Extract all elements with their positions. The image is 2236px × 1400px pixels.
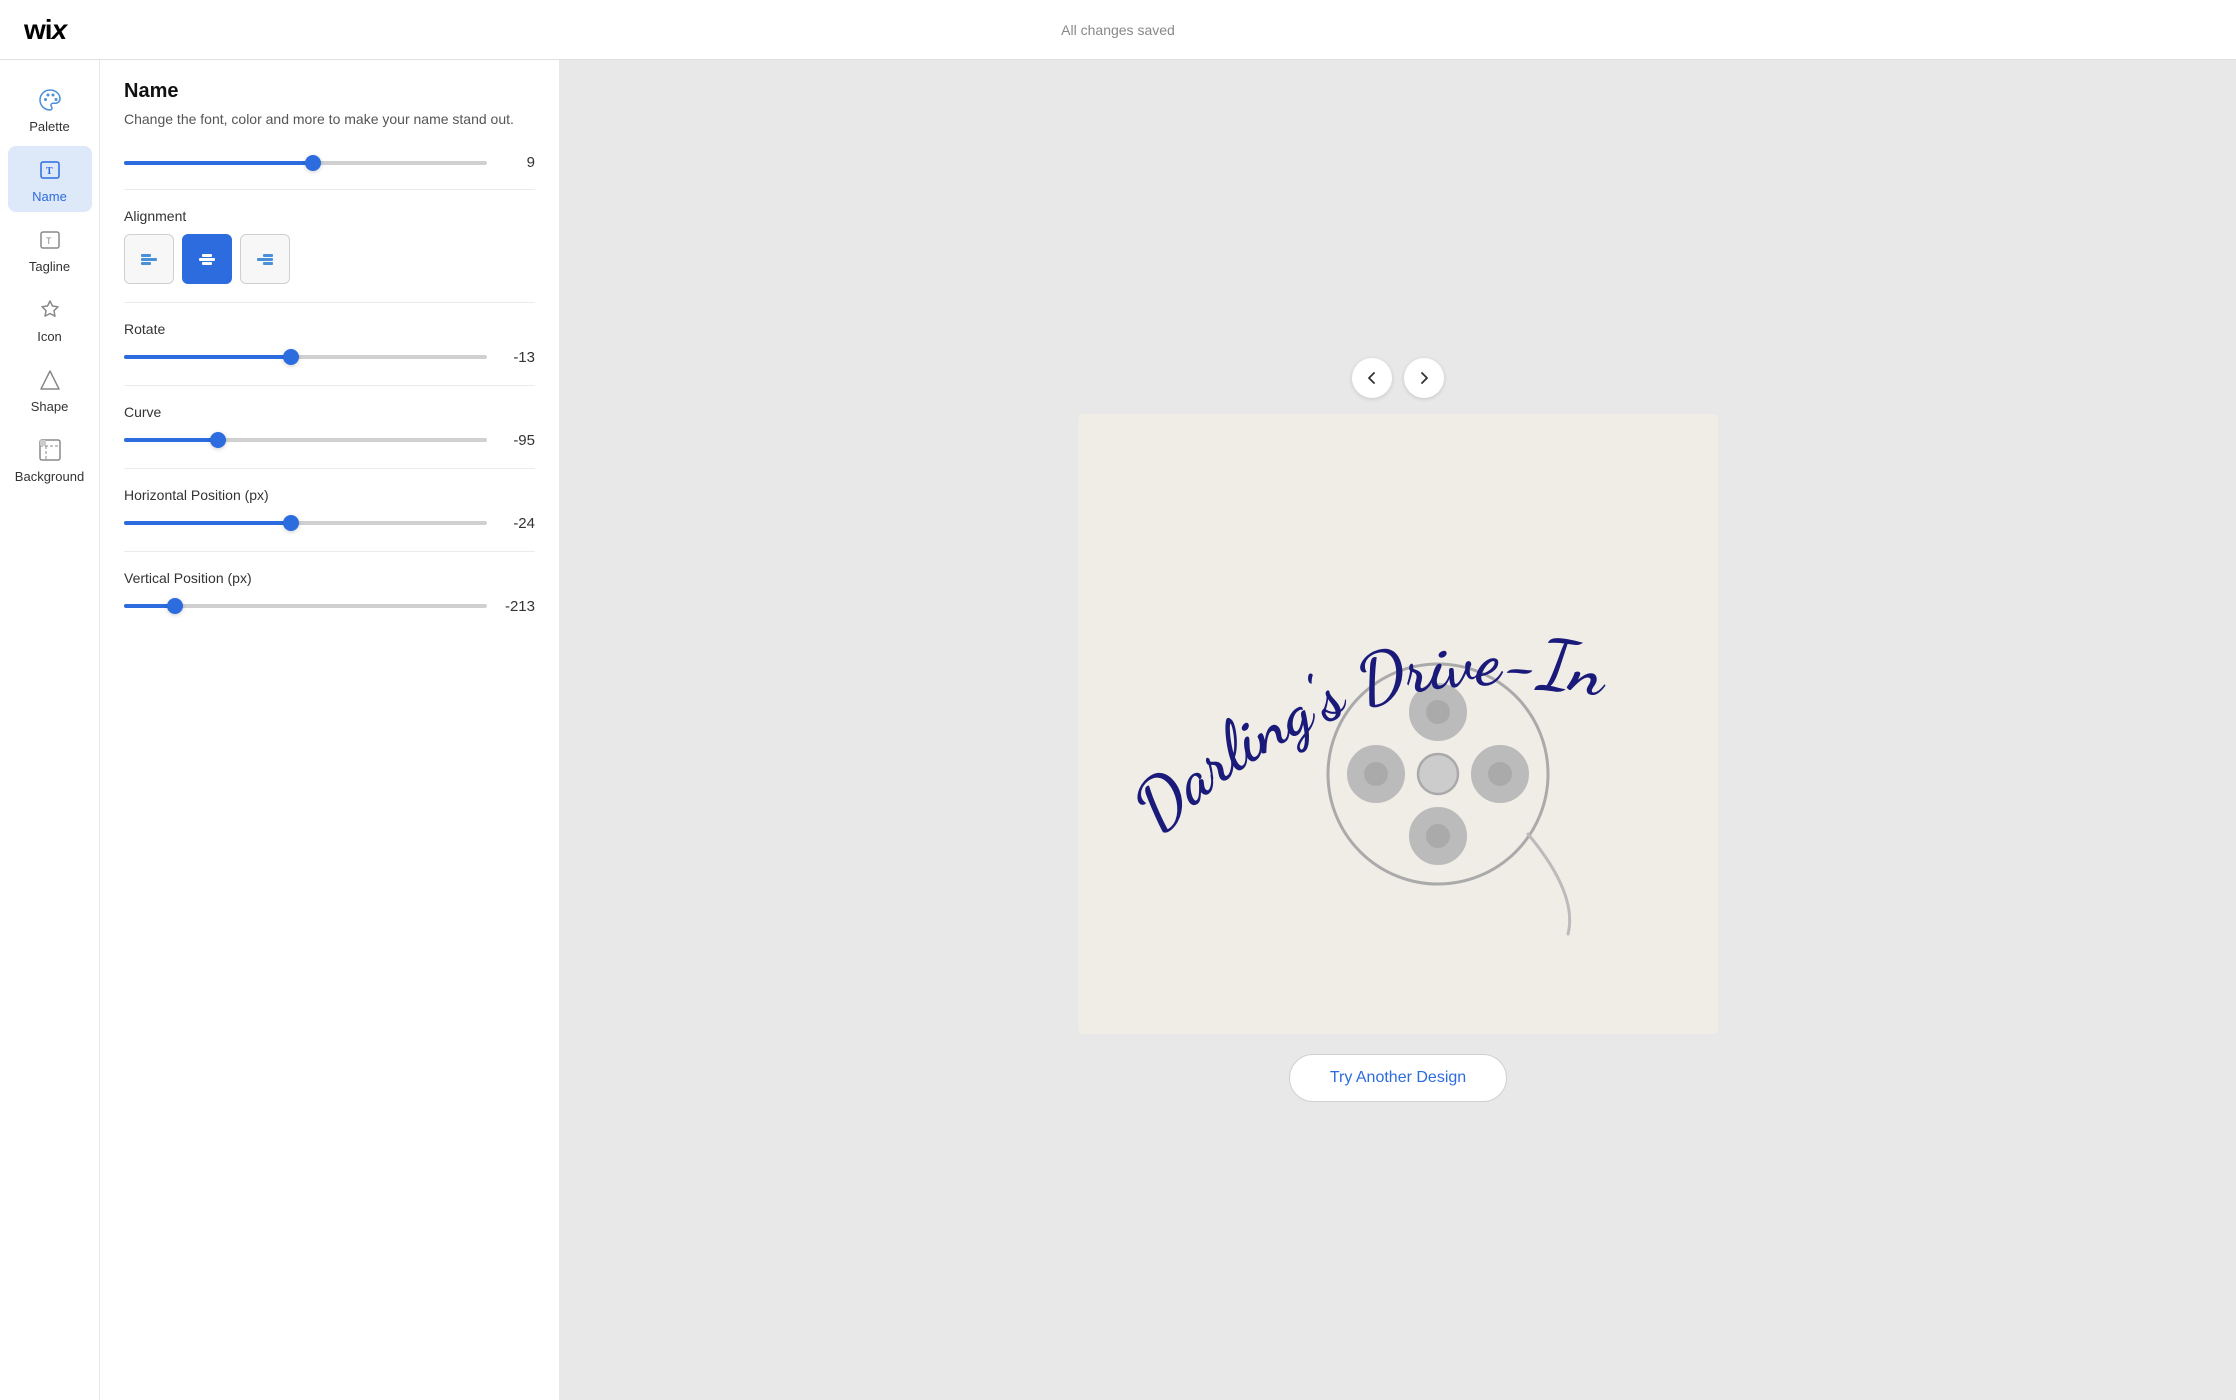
logo-preview-card: Darling's Drive-In	[1078, 414, 1718, 1034]
curve-slider-track	[124, 438, 487, 442]
nav-arrows	[1352, 358, 1444, 398]
divider-5	[124, 551, 535, 552]
logo-svg: Darling's Drive-In	[1078, 414, 1718, 1034]
curve-slider-thumb[interactable]	[210, 432, 226, 448]
hpos-slider-thumb[interactable]	[283, 515, 299, 531]
rotate-value: -13	[499, 349, 535, 366]
save-status: All changes saved	[1061, 22, 1175, 38]
sidebar-item-palette[interactable]: Palette	[8, 76, 92, 142]
panel-subtitle: Change the font, color and more to make …	[124, 109, 535, 130]
curve-label: Curve	[124, 404, 535, 420]
rotate-slider-thumb[interactable]	[283, 349, 299, 365]
sidebar-item-tagline[interactable]: T Tagline	[8, 216, 92, 282]
sidebar-item-shape[interactable]: Shape	[8, 356, 92, 422]
divider-1	[124, 189, 535, 190]
hpos-slider-track	[124, 521, 487, 525]
rotate-control: Rotate -13	[124, 321, 535, 367]
sidebar: Palette T Name T Tagline	[0, 60, 100, 1400]
canvas-area: Darling's Drive-In Try Another Design	[560, 60, 2236, 1400]
sidebar-tagline-label: Tagline	[29, 259, 70, 274]
vpos-slider-track	[124, 604, 487, 608]
alignment-buttons	[124, 234, 535, 284]
svg-text:T: T	[46, 236, 52, 246]
prev-design-button[interactable]	[1352, 358, 1392, 398]
star-icon	[36, 296, 64, 324]
rotate-slider-track	[124, 355, 487, 359]
shape-icon	[36, 366, 64, 394]
sidebar-item-icon[interactable]: Icon	[8, 286, 92, 352]
vertical-position-label: Vertical Position (px)	[124, 570, 535, 586]
tagline-icon: T	[36, 226, 64, 254]
next-design-button[interactable]	[1404, 358, 1444, 398]
wix-logo: wix	[24, 14, 66, 46]
sidebar-background-label: Background	[15, 469, 84, 484]
rotate-label: Rotate	[124, 321, 535, 337]
align-left-button[interactable]	[124, 234, 174, 284]
horizontal-position-label: Horizontal Position (px)	[124, 487, 535, 503]
sidebar-item-name[interactable]: T Name	[8, 146, 92, 212]
background-icon	[36, 436, 64, 464]
size-slider-thumb[interactable]	[305, 155, 321, 171]
vertical-position-control: Vertical Position (px) -213	[124, 570, 535, 616]
divider-2	[124, 302, 535, 303]
sidebar-palette-label: Palette	[29, 119, 69, 134]
try-another-design-button[interactable]: Try Another Design	[1289, 1054, 1507, 1102]
align-right-button[interactable]	[240, 234, 290, 284]
palette-icon	[36, 86, 64, 114]
sidebar-item-background[interactable]: Background	[8, 426, 92, 492]
vpos-slider-thumb[interactable]	[167, 598, 183, 614]
divider-4	[124, 468, 535, 469]
topbar: wix All changes saved	[0, 0, 2236, 60]
hpos-value: -24	[499, 515, 535, 532]
divider-3	[124, 385, 535, 386]
panel-title: Name	[124, 80, 535, 103]
sidebar-icon-label: Icon	[37, 329, 62, 344]
align-center-button[interactable]	[182, 234, 232, 284]
sidebar-shape-label: Shape	[31, 399, 69, 414]
alignment-control: Alignment	[124, 208, 535, 284]
size-value: 9	[499, 154, 535, 171]
sidebar-name-label: Name	[32, 189, 67, 204]
name-icon: T	[36, 156, 64, 184]
alignment-label: Alignment	[124, 208, 535, 224]
svg-text:T: T	[46, 166, 53, 177]
control-panel: Name Change the font, color and more to …	[100, 60, 560, 1400]
horizontal-position-control: Horizontal Position (px) -24	[124, 487, 535, 533]
curve-control: Curve -95	[124, 404, 535, 450]
size-control-partial: 9	[124, 154, 535, 171]
vpos-value: -213	[499, 598, 535, 615]
size-slider-track	[124, 161, 487, 165]
curve-value: -95	[499, 432, 535, 449]
main-layout: Palette T Name T Tagline	[0, 60, 2236, 1400]
